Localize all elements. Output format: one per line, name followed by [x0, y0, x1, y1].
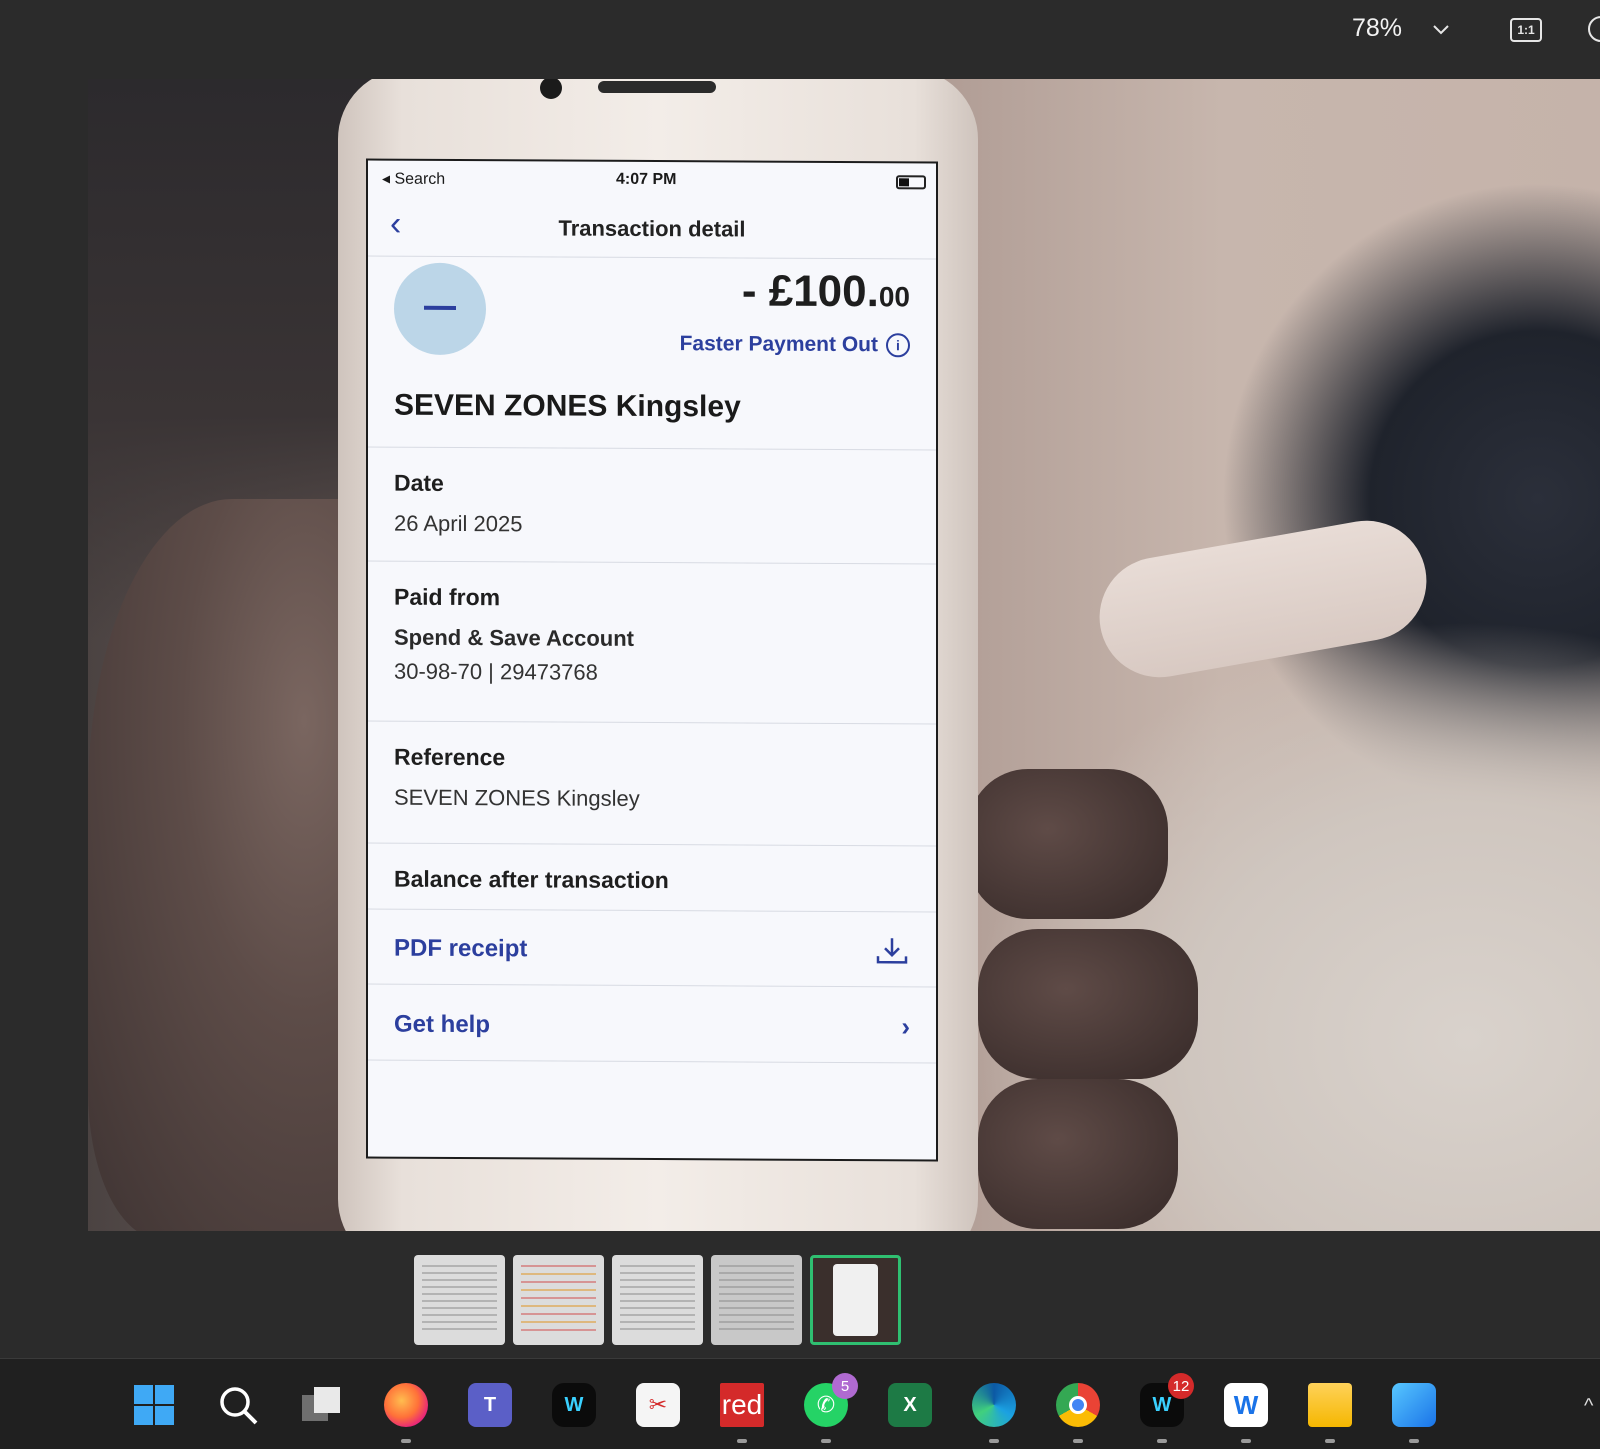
- payment-type-label: Faster Payment Out: [679, 332, 878, 357]
- transaction-amount: - £100.00: [742, 266, 910, 317]
- excel-icon[interactable]: X: [888, 1383, 932, 1427]
- nav-bar: ‹ Transaction detail: [368, 194, 936, 260]
- reference-value: SEVEN ZONES Kingsley: [394, 784, 640, 811]
- edge-icon[interactable]: [972, 1383, 1016, 1427]
- phone-speaker: [598, 81, 716, 93]
- account-name: Spend & Save Account: [394, 624, 635, 651]
- get-help-button[interactable]: Get help ›: [368, 984, 936, 1064]
- actual-size-button[interactable]: 1:1: [1510, 18, 1542, 42]
- red-app-icon[interactable]: red: [720, 1383, 764, 1427]
- reference-section: Reference SEVEN ZONES Kingsley: [368, 721, 936, 847]
- thumbnail-strip: [414, 1255, 901, 1345]
- webex-badge: 12: [1168, 1373, 1194, 1399]
- paid-from-label: Paid from: [394, 583, 501, 611]
- thumbnail[interactable]: [711, 1255, 802, 1345]
- running-indicator: [1073, 1439, 1083, 1443]
- minus-icon: [394, 262, 486, 356]
- amount-area: - £100.00 Faster Payment Out i: [368, 257, 936, 380]
- balance-label: Balance after transaction: [394, 865, 669, 894]
- date-section: Date 26 April 2025: [368, 447, 936, 565]
- date-label: Date: [394, 469, 444, 496]
- paid-from-section: Paid from Spend & Save Account 30-98-70 …: [368, 561, 936, 725]
- date-value: 26 April 2025: [394, 510, 523, 537]
- thumbnail[interactable]: [513, 1255, 604, 1345]
- file-explorer-icon[interactable]: [1308, 1383, 1352, 1427]
- running-indicator: [1325, 1439, 1335, 1443]
- page-title: Transaction detail: [558, 215, 746, 242]
- thumbnail[interactable]: [414, 1255, 505, 1345]
- balance-section: Balance after transaction: [368, 843, 936, 913]
- zoom-in-icon[interactable]: [1588, 16, 1600, 42]
- pdf-receipt-label: PDF receipt: [394, 934, 528, 963]
- running-indicator: [1241, 1439, 1251, 1443]
- thumbnail[interactable]: [612, 1255, 703, 1345]
- photo-finger: [968, 769, 1168, 919]
- amount-main: - £100.: [741, 266, 879, 317]
- viewer-toolbar: 78% 1:1: [0, 0, 1600, 62]
- amount-pence: 00: [878, 281, 910, 313]
- thumbnail-active[interactable]: [810, 1255, 901, 1345]
- task-view-icon[interactable]: [300, 1383, 344, 1427]
- pdf-receipt-button[interactable]: PDF receipt: [368, 909, 936, 988]
- info-icon[interactable]: i: [886, 333, 910, 358]
- windows-start-icon[interactable]: [132, 1383, 176, 1427]
- payment-type[interactable]: Faster Payment Out i: [679, 332, 910, 358]
- taskbar: T W ✂ red ✆ 5 X W 12 W ^: [0, 1358, 1600, 1449]
- status-time: 4:07 PM: [616, 170, 677, 189]
- word-w-icon[interactable]: W: [1224, 1383, 1268, 1427]
- firefox-icon[interactable]: [384, 1383, 428, 1427]
- status-bar: ◂ Search 4:07 PM: [368, 161, 936, 198]
- phone-screen: ◂ Search 4:07 PM ‹ Transaction detail - …: [366, 158, 938, 1162]
- whatsapp-badge: 5: [832, 1373, 858, 1399]
- running-indicator: [401, 1439, 411, 1443]
- running-indicator: [1157, 1439, 1167, 1443]
- battery-icon: [896, 175, 926, 190]
- running-indicator: [989, 1439, 999, 1443]
- download-icon: [876, 938, 908, 964]
- teams-icon[interactable]: T: [468, 1383, 512, 1427]
- snipping-tool-icon[interactable]: ✂: [636, 1383, 680, 1427]
- photos-icon[interactable]: [1392, 1383, 1436, 1427]
- photo-finger: [978, 1079, 1178, 1229]
- account-number: 30-98-70 | 29473768: [394, 658, 598, 685]
- chevron-right-icon: ›: [901, 1011, 910, 1042]
- chrome-icon[interactable]: [1056, 1383, 1100, 1427]
- webex-icon[interactable]: W: [552, 1383, 596, 1427]
- running-indicator: [821, 1439, 831, 1443]
- photo-pillow: [1090, 511, 1436, 687]
- zoom-level[interactable]: 78%: [1352, 14, 1402, 43]
- search-icon[interactable]: [216, 1383, 260, 1427]
- get-help-label: Get help: [394, 1010, 491, 1038]
- photo-finger: [978, 929, 1198, 1079]
- merchant-name: SEVEN ZONES Kingsley: [368, 376, 936, 451]
- reference-label: Reference: [394, 743, 506, 771]
- zoom-chevron-down-icon[interactable]: [1430, 18, 1452, 40]
- whatsapp-icon[interactable]: ✆ 5: [804, 1373, 858, 1427]
- running-indicator: [737, 1439, 747, 1443]
- phone-camera: [540, 79, 562, 99]
- webex-badge-icon[interactable]: W 12: [1140, 1373, 1194, 1427]
- chevron-up-icon[interactable]: ^: [1584, 1395, 1593, 1418]
- image-viewer: 78% 1:1 ◂ Search 4:07 PM ‹ Transaction d…: [0, 0, 1600, 1358]
- running-indicator: [1409, 1439, 1419, 1443]
- status-back-search[interactable]: ◂ Search: [382, 169, 445, 189]
- photo: ◂ Search 4:07 PM ‹ Transaction detail - …: [88, 79, 1600, 1231]
